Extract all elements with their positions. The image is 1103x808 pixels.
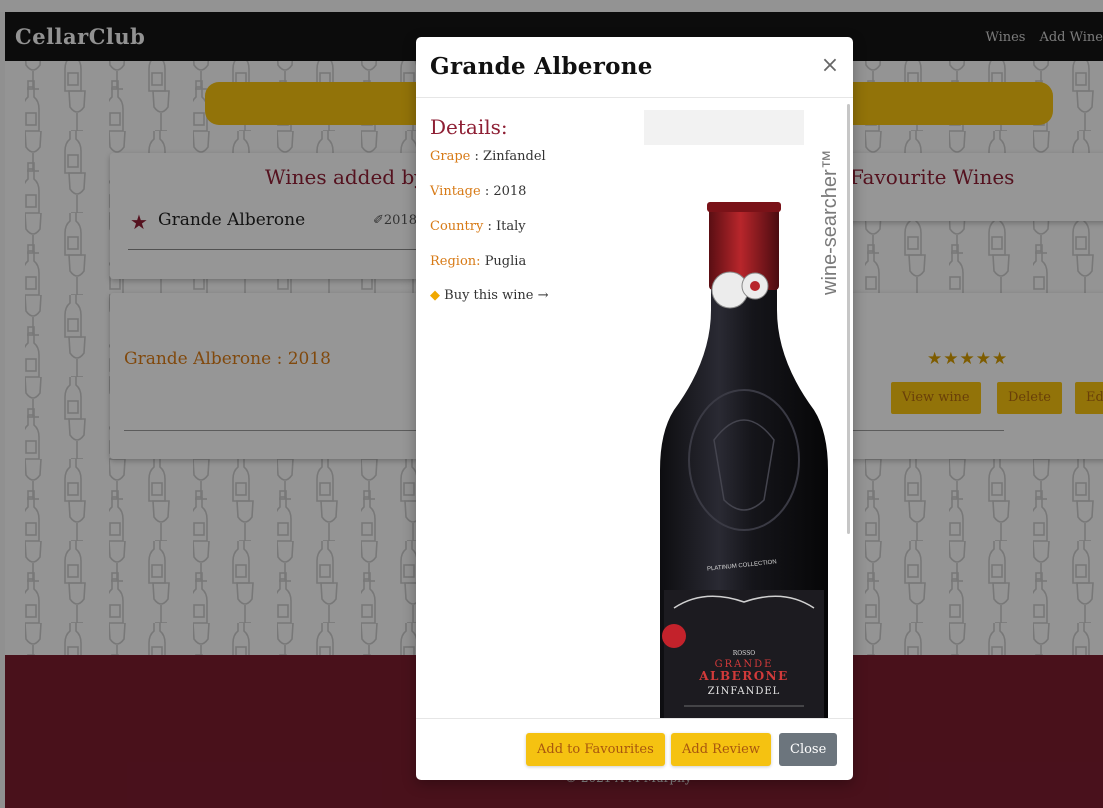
add-review-button[interactable]: Add Review [671, 733, 771, 766]
detail-key: Region: [430, 254, 481, 269]
add-to-favourites-button[interactable]: Add to Favourites [526, 733, 665, 766]
buy-wine-label[interactable]: Buy this wine [444, 288, 533, 303]
detail-sep: : [480, 184, 494, 199]
tag-icon: ◆ [430, 288, 440, 303]
wine-detail-modal: Grande Alberone × Details: Grape : Zinfa… [416, 37, 853, 780]
watermark-text: wine-searcher™ [819, 149, 841, 296]
detail-sep: : [483, 219, 496, 234]
modal-scrollbar[interactable] [847, 104, 850, 534]
detail-key: Vintage [430, 184, 481, 199]
close-icon[interactable]: × [820, 55, 840, 77]
detail-key: Country [430, 219, 484, 234]
details-heading: Details: [430, 115, 508, 139]
modal-footer: Add to Favourites Add Review Close [416, 718, 853, 780]
modal-body: Details: Grape : Zinfandel Vintage : 201… [416, 98, 853, 718]
detail-key: Grape [430, 149, 471, 164]
label-rosso-text: ROSSO [733, 650, 756, 657]
wine-bottle-image: wine-searcher™ PLATINUM COLLECTION ROSSO… [644, 110, 844, 718]
arrow-right-icon: → [537, 288, 549, 303]
buy-wine-link[interactable]: ◆ Buy this wine → [430, 288, 549, 303]
detail-grape: Grape : Zinfandel [430, 149, 546, 164]
detail-vintage: Vintage : 2018 [430, 184, 526, 199]
detail-value: 2018 [493, 184, 527, 199]
detail-region: Region: Puglia [430, 254, 526, 269]
detail-country: Country : Italy [430, 219, 526, 234]
detail-value: Puglia [484, 254, 527, 269]
detail-value: Zinfandel [483, 149, 546, 164]
modal-header: Grande Alberone × [416, 37, 853, 98]
close-button[interactable]: Close [779, 733, 838, 766]
label-alberone-text: ALBERONE [698, 669, 789, 683]
detail-sep: : [470, 149, 484, 164]
label-zinfandel-text: ZINFANDEL [708, 686, 781, 697]
detail-value: Italy [495, 219, 526, 234]
modal-title: Grande Alberone [430, 53, 653, 80]
